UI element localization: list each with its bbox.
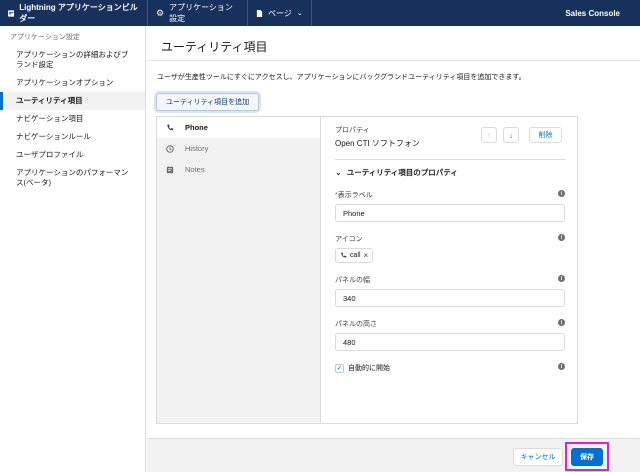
save-button[interactable]: 保存 <box>571 448 603 466</box>
arrow-down-icon: ↓ <box>509 130 513 140</box>
icon-field: アイコン i call × <box>335 234 565 263</box>
panel-width-label: パネルの幅 <box>335 277 370 284</box>
arrow-up-icon: ↑ <box>487 130 491 140</box>
clock-icon <box>165 144 175 153</box>
title-divider <box>147 60 640 61</box>
info-icon[interactable]: i <box>558 190 565 197</box>
display-label-label: 表示ラベル <box>337 192 373 199</box>
sidebar-item-user-profiles[interactable]: ユーザプロファイル <box>0 146 145 164</box>
utility-properties: プロパティ Open CTI ソフトフォン ↑ ↓ 削除 ⌄ ユーティリティ項目… <box>335 125 565 373</box>
main-content: ユーティリティ項目 ユーザが生産性ツールにすぐにアクセスし、アプリケーションにバ… <box>147 26 640 472</box>
utility-panel: Phone History Notes プロパティ Open CTI ソフトフォ… <box>156 116 578 424</box>
app-settings-label: アプリケーション設定 <box>169 3 233 23</box>
builder-icon <box>8 9 15 17</box>
panel-width-input[interactable]: 340 <box>335 289 565 307</box>
builder-title: Lightning アプリケーションビルダー <box>19 3 138 23</box>
phone-icon <box>165 124 175 132</box>
gear-icon: ⚙ <box>156 7 165 18</box>
display-label-field: *表示ラベル i Phone <box>335 190 565 222</box>
section-divider <box>335 159 565 160</box>
info-icon[interactable]: i <box>558 234 565 241</box>
page-description: ユーザが生産性ツールにすぐにアクセスし、アプリケーションにバックグランドユーティ… <box>157 74 526 81</box>
notes-icon <box>165 166 175 174</box>
utility-item-label: Phone <box>185 123 208 132</box>
sidebar-item-utility-items[interactable]: ユーティリティ項目 <box>0 92 145 110</box>
icon-label: アイコン <box>335 236 363 243</box>
sidebar-header: アプリケーション設定 <box>10 34 80 41</box>
display-label-input[interactable]: Phone <box>335 204 565 222</box>
sidebar-item-navigation-items[interactable]: ナビゲーション項目 <box>0 110 145 128</box>
sidebar-item-app-options[interactable]: アプリケーションオプション <box>0 74 145 92</box>
properties-header: プロパティ Open CTI ソフトフォン ↑ ↓ 削除 <box>335 125 565 155</box>
icon-pill[interactable]: call × <box>335 248 374 263</box>
properties-section-toggle[interactable]: ⌄ ユーティリティ項目のプロパティ <box>335 167 565 178</box>
utility-item-notes[interactable]: Notes <box>157 159 320 180</box>
sidebar-item-app-details[interactable]: アプリケーションの詳細およびブランド設定 <box>0 46 145 74</box>
utility-item-label: History <box>185 144 209 153</box>
footer-bar: キャンセル 保存 <box>147 438 640 472</box>
panel-height-label: パネルの高さ <box>335 321 377 328</box>
page-label: ページ <box>268 8 292 18</box>
cancel-button[interactable]: キャンセル <box>513 448 563 466</box>
autostart-checkbox[interactable]: ✓ <box>335 363 344 373</box>
phone-icon <box>341 252 347 258</box>
app-settings-tab[interactable]: ⚙ アプリケーション設定 <box>148 0 248 26</box>
utility-item-history[interactable]: History <box>157 138 320 159</box>
move-down-button[interactable]: ↓ <box>503 127 519 143</box>
delete-button[interactable]: 削除 <box>529 127 562 143</box>
page-title: ユーティリティ項目 <box>161 40 268 54</box>
page-dropdown[interactable]: ページ ⌄ <box>248 0 312 26</box>
settings-sidebar: アプリケーション設定 アプリケーションの詳細およびブランド設定 アプリケーション… <box>0 26 146 472</box>
info-icon[interactable]: i <box>558 319 565 326</box>
section-title: ユーティリティ項目のプロパティ <box>346 168 458 177</box>
sidebar-item-app-performance[interactable]: アプリケーションのパフォーマンス(ベータ) <box>0 164 145 192</box>
app-name: Sales Console <box>565 8 620 18</box>
add-utility-item-button[interactable]: ユーティリティ項目を追加 <box>156 93 260 111</box>
autostart-label: 自動的に開始 <box>348 365 390 372</box>
panel-height-input[interactable]: 480 <box>335 333 565 351</box>
info-icon[interactable]: i <box>558 363 565 370</box>
chevron-down-icon: ⌄ <box>335 168 342 177</box>
utility-item-list: Phone History Notes <box>157 117 321 423</box>
close-icon[interactable]: × <box>364 251 369 260</box>
utility-item-phone[interactable]: Phone <box>157 117 320 138</box>
autostart-row: ✓ 自動的に開始 i <box>335 363 565 373</box>
panel-height-field: パネルの高さ i 480 <box>335 319 565 351</box>
icon-value: call <box>350 252 361 259</box>
builder-title-segment: Lightning アプリケーションビルダー <box>0 0 148 26</box>
info-icon[interactable]: i <box>558 275 565 282</box>
sidebar-item-navigation-rules[interactable]: ナビゲーションルール <box>0 128 145 146</box>
chevron-down-icon: ⌄ <box>296 10 303 17</box>
move-up-button[interactable]: ↑ <box>481 127 497 143</box>
utility-item-label: Notes <box>185 165 205 174</box>
top-bar: Lightning アプリケーションビルダー ⚙ アプリケーション設定 ページ … <box>0 0 640 26</box>
panel-width-field: パネルの幅 i 340 <box>335 275 565 307</box>
page-icon <box>256 9 263 17</box>
